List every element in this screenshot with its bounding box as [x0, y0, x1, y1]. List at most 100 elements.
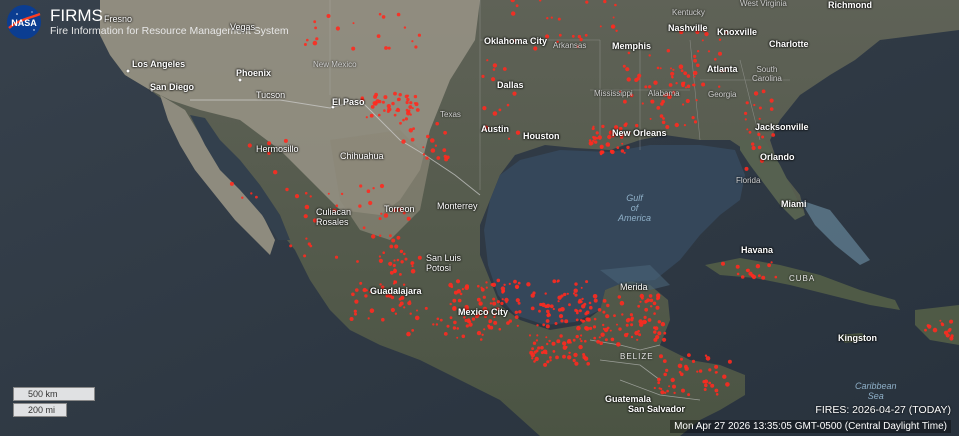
fire-detection-dot	[393, 113, 397, 117]
fire-detection-dot	[327, 192, 330, 195]
fire-detection-dot	[577, 34, 582, 39]
fire-detection-dot	[449, 302, 452, 306]
fire-detection-dot	[748, 271, 753, 276]
city-label-jacksonville[interactable]: Jacksonville	[755, 122, 809, 132]
city-label-houston[interactable]: Houston	[523, 131, 560, 141]
fire-detection-dot	[536, 334, 539, 337]
city-label-san-luis[interactable]: San Luis Potosi	[426, 253, 461, 273]
city-label-chihuahua[interactable]: Chihuahua	[340, 151, 384, 161]
city-label-san-diego[interactable]: San Diego	[150, 82, 194, 92]
city-label-charlotte[interactable]: Charlotte	[769, 39, 809, 49]
fire-detection-dot	[770, 261, 773, 264]
fire-detection-dot	[303, 254, 307, 258]
fire-detection-dot	[548, 339, 551, 343]
fire-detection-dot	[369, 113, 374, 118]
fire-detection-dot	[453, 320, 457, 325]
city-label-orlando[interactable]: Orlando	[760, 152, 795, 162]
fire-detection-dot	[583, 320, 586, 323]
fire-detection-dot	[564, 319, 569, 324]
city-label-nashville[interactable]: Nashville	[668, 23, 708, 33]
fire-detection-dot	[492, 63, 498, 68]
scale-bar-km: 500 km	[13, 387, 95, 401]
fire-detection-dot	[539, 0, 542, 2]
city-label-merida[interactable]: Merida	[620, 282, 648, 292]
fire-detection-dot	[303, 214, 308, 219]
fire-detection-dot	[683, 71, 688, 76]
fire-detection-dot	[410, 268, 416, 274]
fire-detection-dot	[550, 16, 553, 19]
fire-detection-dot	[351, 46, 356, 51]
fire-detection-dot	[666, 389, 669, 393]
fire-detection-dot	[686, 84, 691, 89]
fire-detection-dot	[485, 281, 488, 284]
region-label-cuba: CUBA	[789, 274, 816, 283]
fire-detection-dot	[516, 324, 519, 327]
city-label-miami[interactable]: Miami	[781, 199, 807, 209]
city-label-new-orleans[interactable]: New Orleans	[612, 128, 667, 138]
fire-detection-dot	[408, 105, 413, 109]
fire-detection-dot	[710, 383, 715, 388]
city-label-guadalajara[interactable]: Guadalajara	[370, 286, 422, 296]
fire-detection-dot	[481, 74, 485, 78]
city-label-guatemala[interactable]: Guatemala	[605, 394, 651, 404]
city-label-knoxville[interactable]: Knoxville	[717, 27, 757, 37]
city-label-hermosillo[interactable]: Hermosillo	[256, 144, 299, 154]
city-label-el-paso[interactable]: El Paso	[332, 97, 365, 107]
fire-detection-dot	[677, 363, 683, 369]
fire-detection-dot	[404, 257, 408, 261]
city-label-havana[interactable]: Havana	[741, 245, 773, 255]
fire-detection-dot	[403, 26, 407, 29]
city-label-culiacan[interactable]: Culiacan Rosales	[316, 207, 351, 227]
city-label-phoenix[interactable]: Phoenix	[236, 68, 271, 78]
fire-detection-dot	[461, 288, 464, 291]
city-label-mexico-city[interactable]: Mexico City	[458, 307, 508, 317]
scale-bar: 500 km 200 mi	[13, 387, 95, 417]
fire-detection-dot	[410, 262, 414, 265]
fire-detection-dot	[549, 304, 554, 309]
city-label-memphis[interactable]: Memphis	[612, 41, 651, 51]
city-label-atlanta[interactable]: Atlanta	[707, 64, 738, 74]
fire-detection-dot	[601, 150, 605, 154]
city-label-torreon[interactable]: Torreon	[384, 204, 415, 214]
city-label-dallas[interactable]: Dallas	[497, 80, 524, 90]
city-label-san-salvador[interactable]: San Salvador	[628, 404, 685, 414]
fire-detection-dot	[687, 353, 691, 357]
fire-detection-dot	[585, 317, 590, 322]
fire-detection-dot	[393, 270, 397, 274]
fire-detection-dot	[722, 374, 727, 379]
city-label-los-angeles[interactable]: Los Angeles	[132, 59, 185, 69]
fire-detection-dot	[430, 148, 436, 153]
fire-detection-dot	[623, 123, 628, 127]
fire-detection-dot	[761, 135, 765, 139]
fire-detection-dot	[656, 106, 661, 110]
fire-detection-dot	[637, 304, 641, 308]
city-label-oklahoma-city[interactable]: Oklahoma City	[484, 36, 547, 46]
city-label-monterrey[interactable]: Monterrey	[437, 201, 478, 211]
fire-detection-dot	[704, 383, 708, 388]
fire-detection-dot	[599, 144, 604, 149]
fire-detection-dot	[683, 124, 687, 127]
fire-detection-dot	[397, 97, 401, 101]
fire-detection-dot	[549, 359, 552, 362]
map-canvas[interactable]: NASA FIRMS Fire Information for Resource…	[0, 0, 959, 436]
city-label-tucson[interactable]: Tucson	[256, 90, 285, 100]
fire-detection-dot	[340, 192, 344, 196]
fire-detection-dot	[432, 323, 435, 326]
fire-detection-dot	[351, 292, 355, 297]
fire-detection-dot	[535, 339, 539, 342]
fire-detection-dot	[382, 251, 386, 254]
fire-detection-dot	[682, 103, 685, 106]
fire-detection-dot	[371, 234, 376, 239]
city-label-kingston[interactable]: Kingston	[838, 333, 877, 343]
fire-detection-dot	[452, 306, 457, 311]
fire-detection-dot	[693, 120, 698, 124]
fire-detection-dot	[659, 354, 663, 359]
fire-detection-dot	[634, 330, 639, 336]
fire-detection-dot	[602, 310, 606, 314]
city-label-austin[interactable]: Austin	[481, 124, 509, 134]
city-label-fresno[interactable]: Fresno	[104, 14, 132, 24]
city-label-vegas[interactable]: Vegas	[230, 22, 255, 32]
fire-detection-dot	[696, 370, 699, 373]
city-label-richmond[interactable]: Richmond	[828, 0, 872, 10]
fire-detection-dot	[626, 145, 630, 150]
